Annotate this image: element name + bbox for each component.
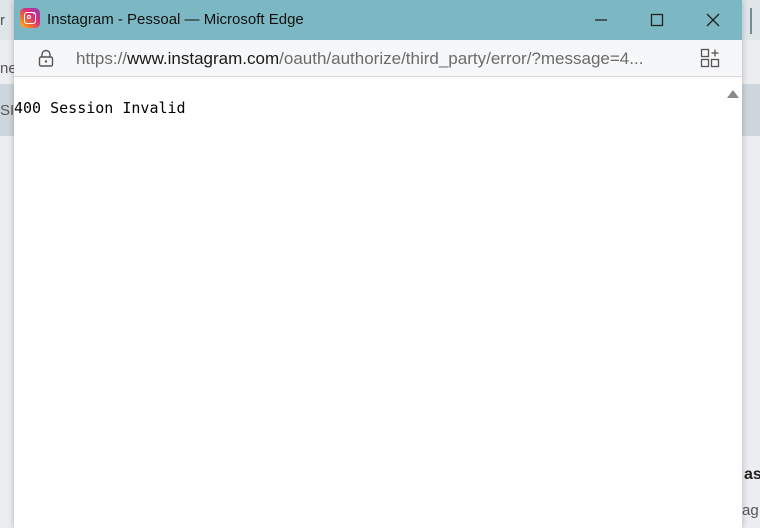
close-button[interactable]	[690, 0, 736, 40]
maximize-button[interactable]	[634, 0, 680, 40]
error-message: 400 Session Invalid	[14, 99, 186, 117]
background-text-fragment: SI	[0, 102, 15, 119]
address-bar[interactable]: https://www.instagram.com/oauth/authoriz…	[14, 40, 742, 77]
url-path: /oauth/authorize/third_party/error/?mess…	[279, 49, 644, 68]
background-text-fragment: r	[0, 12, 5, 29]
title-bar[interactable]: Instagram - Pessoal — Microsoft Edge	[14, 0, 742, 41]
close-icon	[706, 13, 720, 27]
window-title: Instagram - Pessoal — Microsoft Edge	[47, 11, 304, 28]
url-prefix: https://	[76, 49, 128, 68]
background-divider	[750, 8, 752, 34]
app-available-icon[interactable]	[700, 48, 720, 68]
url-text[interactable]: https://www.instagram.com/oauth/authoriz…	[76, 49, 643, 69]
page-content: 400 Session Invalid	[14, 77, 742, 528]
minimize-icon	[595, 19, 607, 21]
browser-popup-window: Instagram - Pessoal — Microsoft Edge htt…	[14, 0, 742, 528]
url-host: www.instagram.com	[127, 49, 280, 68]
lock-icon[interactable]	[38, 49, 54, 67]
background-text-fragment: ag	[742, 502, 759, 519]
background-text-fragment: as	[744, 466, 760, 483]
minimize-button[interactable]	[578, 0, 624, 40]
maximize-icon	[650, 13, 664, 27]
scroll-up-arrow-icon[interactable]	[726, 89, 740, 99]
instagram-icon	[20, 8, 40, 28]
